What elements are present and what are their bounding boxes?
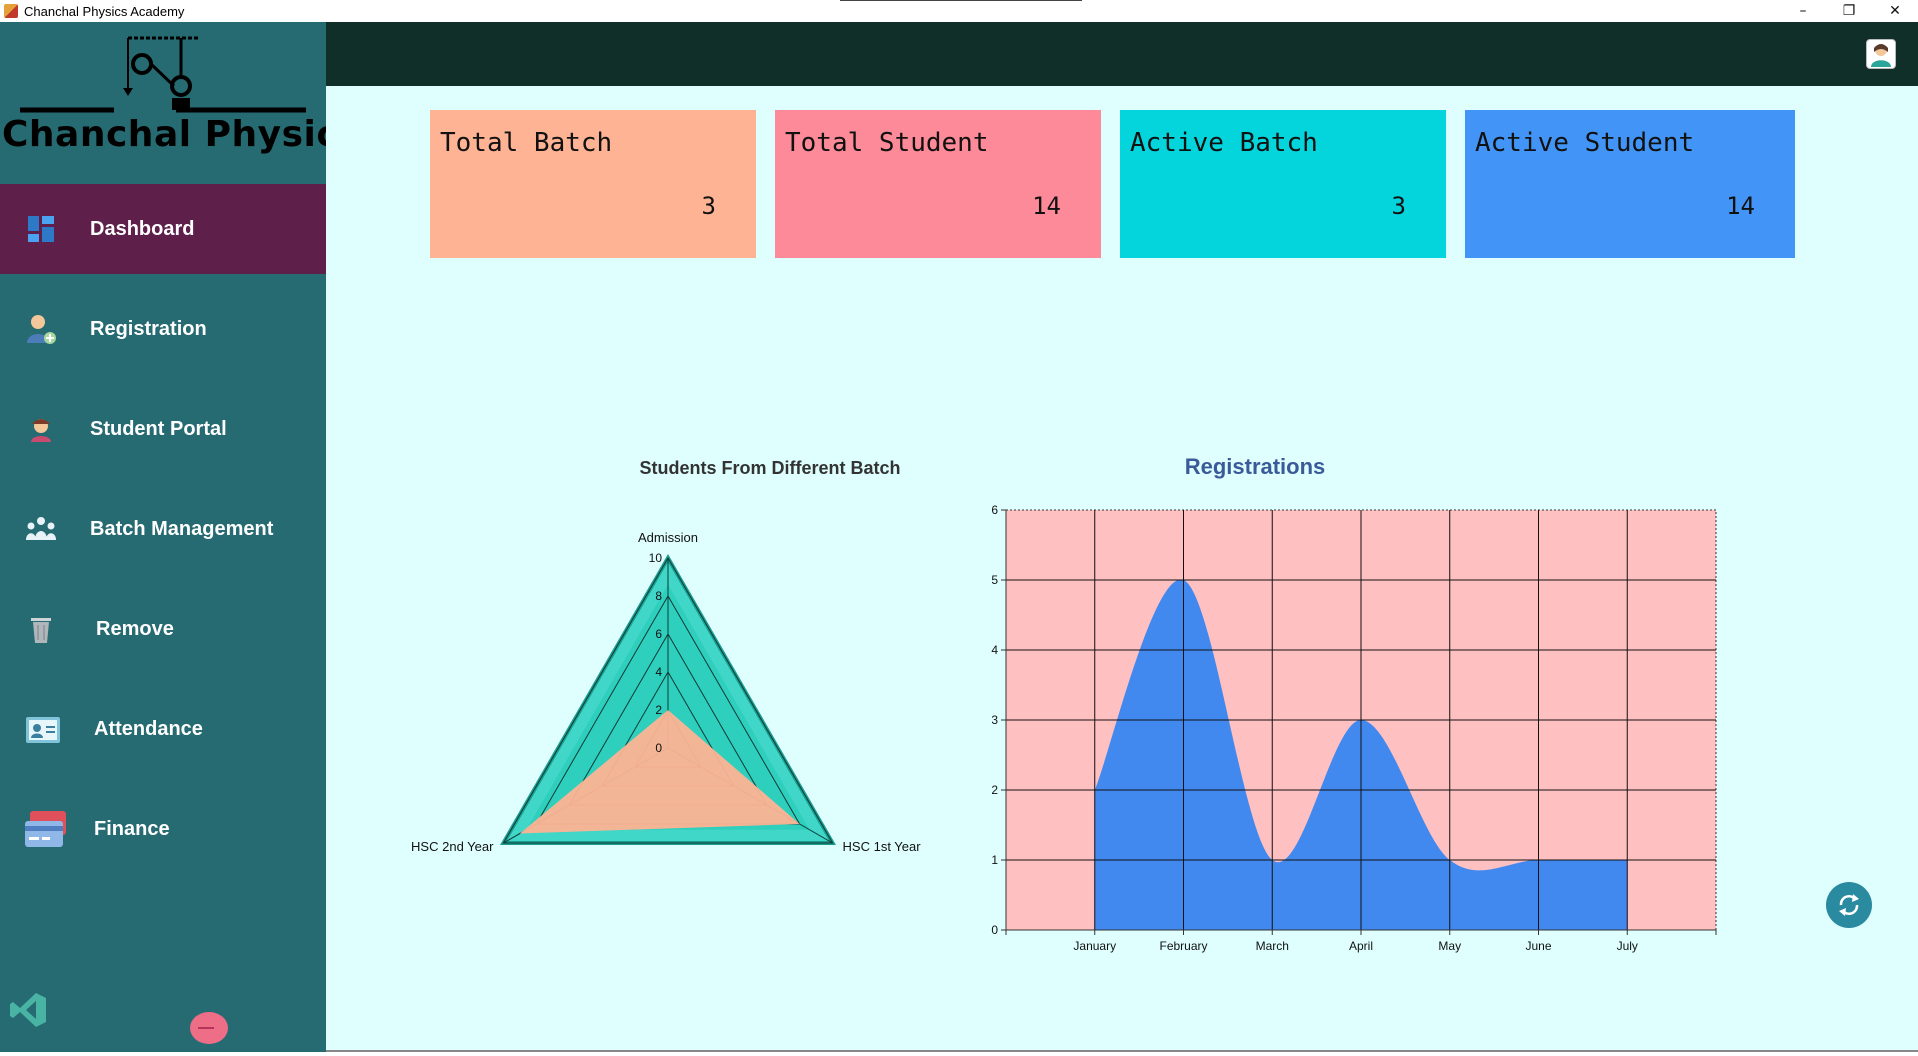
- sidebar: Chanchal Physics Dashboard Registration …: [0, 22, 361, 1052]
- radar-tick-label: 2: [655, 703, 662, 717]
- radar-tick-label: 10: [649, 551, 663, 565]
- close-button[interactable]: ✕: [1872, 0, 1918, 22]
- window-title: Chanchal Physics Academy: [24, 3, 185, 19]
- minimize-button[interactable]: –: [1780, 0, 1826, 22]
- area-x-tick-label: May: [1438, 939, 1461, 953]
- visual-studio-icon[interactable]: [8, 990, 48, 1030]
- sidebar-item-student-portal[interactable]: Student Portal: [0, 384, 326, 474]
- active-student-card: Active Student 14: [1465, 110, 1795, 258]
- card-title: Active Student: [1475, 128, 1695, 158]
- radar-tick-label: 8: [655, 589, 662, 603]
- app-icon: [4, 4, 18, 18]
- area-y-tick-label: 4: [991, 643, 998, 657]
- sidebar-item-label: Registration: [90, 317, 207, 340]
- sidebar-item-finance[interactable]: Finance: [0, 784, 326, 874]
- radar-axis-label: HSC 2nd Year: [411, 839, 494, 854]
- area-y-tick-label: 5: [991, 573, 998, 587]
- dashboard-icon: [24, 212, 58, 246]
- id-card-icon: [24, 712, 62, 746]
- sidebar-item-label: Student Portal: [90, 417, 227, 440]
- radar-axis-label: HSC 1st Year: [843, 839, 922, 854]
- restore-button[interactable]: ❐: [1826, 0, 1872, 22]
- sidebar-item-label: Dashboard: [90, 217, 195, 240]
- trash-icon: [24, 612, 58, 646]
- radar-chart: 0 2 4 6 8 10 Admission HSC 1st Year HSC 2nd Year: [411, 530, 922, 854]
- area-chart-title: Registrations: [1184, 454, 1326, 479]
- radar-tick-label: 4: [655, 665, 662, 679]
- sidebar-item-label: Attendance: [94, 717, 203, 740]
- total-batch-card: Total Batch 3: [430, 110, 756, 258]
- dashboard-main: Total Batch 3 Total Student 14 Active Ba…: [326, 86, 1918, 1052]
- area-y-tick-label: 3: [991, 713, 998, 727]
- card-title: Total Batch: [440, 128, 613, 158]
- group-icon: [24, 512, 58, 546]
- window-controls: – ❐ ✕: [1780, 0, 1918, 22]
- area-x-tick-label: June: [1525, 939, 1551, 953]
- card-value: 3: [701, 192, 716, 220]
- card-value: 3: [1391, 192, 1406, 220]
- radar-chart-title: Students From Different Batch: [639, 458, 901, 478]
- registrations-area-chart: 0 1 2 3 4 5 6 January February March April May June J…: [991, 503, 1717, 953]
- sidebar-item-label: Finance: [94, 817, 170, 840]
- card-title: Active Batch: [1130, 128, 1318, 158]
- title-indicator: [840, 0, 1082, 1]
- card-value: 14: [1726, 192, 1755, 220]
- title-bar: Chanchal Physics Academy – ❐ ✕: [0, 0, 1918, 22]
- add-user-icon: [24, 312, 58, 346]
- sidebar-item-dashboard[interactable]: Dashboard: [0, 184, 326, 274]
- area-x-tick-label: February: [1159, 939, 1207, 953]
- sidebar-item-remove[interactable]: Remove: [0, 584, 326, 674]
- pulley-logo-icon: [20, 36, 306, 113]
- sidebar-item-registration[interactable]: Registration: [0, 284, 326, 374]
- logo-text: Chanchal Physics: [2, 114, 361, 155]
- logo: Chanchal Physics: [0, 22, 361, 184]
- sidebar-item-batch-management[interactable]: Batch Management: [0, 484, 326, 574]
- logout-button[interactable]: [190, 1012, 228, 1044]
- card-title: Total Student: [785, 128, 989, 158]
- credit-card-icon: [24, 811, 68, 847]
- sidebar-item-attendance[interactable]: Attendance: [0, 684, 326, 774]
- area-y-tick-label: 6: [991, 503, 998, 517]
- card-value: 14: [1032, 192, 1061, 220]
- area-x-tick-label: March: [1256, 939, 1289, 953]
- student-icon: [24, 412, 58, 446]
- area-x-tick-label: January: [1073, 939, 1116, 953]
- sidebar-item-label: Remove: [96, 617, 174, 640]
- sidebar-item-label: Batch Management: [90, 517, 274, 540]
- active-batch-card: Active Batch 3: [1120, 110, 1446, 258]
- area-x-tick-label: April: [1349, 939, 1373, 953]
- total-student-card: Total Student 14: [775, 110, 1101, 258]
- area-y-tick-label: 1: [991, 853, 998, 867]
- top-bar: [326, 22, 1918, 86]
- radar-tick-label: 0: [655, 741, 662, 755]
- area-x-tick-label: July: [1617, 939, 1638, 953]
- area-y-tick-label: 0: [991, 923, 998, 937]
- refresh-button[interactable]: [1826, 882, 1872, 928]
- refresh-icon: [1839, 894, 1859, 916]
- radar-axis-label: Admission: [638, 530, 698, 545]
- radar-tick-label: 6: [655, 627, 662, 641]
- user-avatar-icon[interactable]: [1866, 39, 1896, 69]
- area-y-tick-label: 2: [991, 783, 998, 797]
